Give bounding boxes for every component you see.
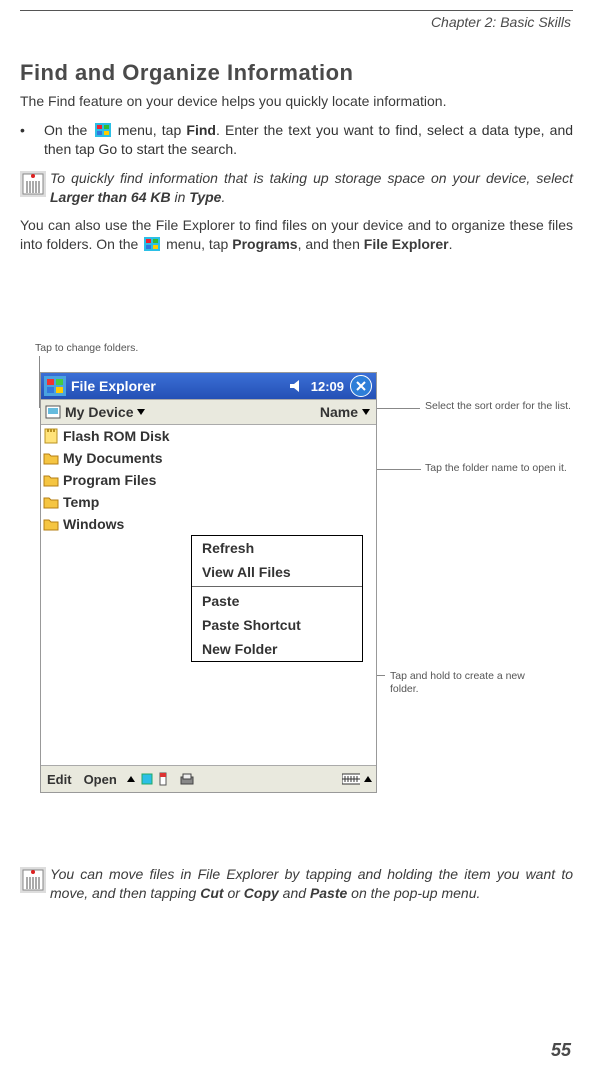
list-item[interactable]: My Documents (41, 447, 376, 469)
menu-new-folder[interactable]: New Folder (192, 637, 362, 661)
folder-icon (43, 517, 59, 531)
folder-icon (43, 473, 59, 487)
sort-dropdown-icon[interactable] (362, 409, 370, 415)
list-item[interactable]: Temp (41, 491, 376, 513)
bullet-marker: • (20, 121, 44, 159)
context-menu: Refresh View All Files Paste Paste Short… (191, 535, 363, 662)
top-rule (20, 10, 573, 11)
row-label: Windows (63, 516, 124, 532)
callout-open: Tap the folder name to open it. (425, 462, 575, 475)
location-label[interactable]: My Device (65, 404, 133, 420)
n2-d: on the pop-up menu. (347, 885, 480, 901)
note-icon-2 (20, 865, 50, 903)
toolbar-icon-1[interactable] (139, 771, 155, 787)
pda-screenshot: File Explorer 12:09 My Device Name (40, 372, 377, 793)
bullet-item: • On the menu, tap Find. Enter the text … (20, 121, 573, 159)
start-menu-icon-2 (144, 237, 160, 251)
text-content: Find and Organize Information The Find f… (20, 60, 573, 264)
menu-paste[interactable]: Paste (192, 589, 362, 613)
para2-bold2: File Explorer (364, 236, 449, 252)
menu-paste-shortcut[interactable]: Paste Shortcut (192, 613, 362, 637)
para2-b: menu, tap (166, 236, 232, 252)
para2-d: . (449, 236, 453, 252)
keyboard-up-icon[interactable] (364, 776, 372, 782)
list-item[interactable]: Windows (41, 513, 376, 535)
row-label: Temp (63, 494, 99, 510)
row-label: My Documents (63, 450, 163, 466)
n2-c: and (279, 885, 310, 901)
memory-card-icon (43, 428, 59, 444)
row-label: Program Files (63, 472, 156, 488)
edit-menu[interactable]: Edit (41, 772, 78, 787)
para2-c: , and then (298, 236, 364, 252)
open-menu[interactable]: Open (78, 772, 123, 787)
menu-separator (192, 586, 362, 587)
note-1: To quickly find information that is taki… (20, 169, 573, 207)
folder-icon (43, 495, 59, 509)
up-arrow-icon[interactable] (127, 776, 135, 782)
row-label: Flash ROM Disk (63, 428, 170, 444)
para2-bold1: Programs (232, 236, 297, 252)
note-1-text: To quickly find information that is taki… (50, 169, 573, 207)
device-icon (45, 405, 61, 419)
bullet-text-a: On the (44, 122, 93, 138)
note1-a: To quickly find information that is taki… (50, 170, 573, 186)
list-item[interactable]: Flash ROM Disk (41, 425, 376, 447)
menu-refresh[interactable]: Refresh (192, 536, 362, 560)
note-2: You can move files in File Explorer by t… (20, 865, 573, 903)
location-bar: My Device Name (41, 399, 376, 425)
page-heading: Find and Organize Information (20, 60, 573, 86)
note1-b2: Type (189, 189, 221, 205)
callout-change-folders: Tap to change folders. (35, 342, 138, 355)
file-list: Flash ROM Disk My Documents Program File… (41, 425, 376, 535)
n2-b1: Cut (200, 885, 223, 901)
para2: You can also use the File Explorer to fi… (20, 216, 573, 254)
start-flag-icon[interactable] (41, 373, 69, 399)
note1-b1: Larger than 64 KB (50, 189, 171, 205)
toolbar-icon-2[interactable] (155, 771, 171, 787)
toolbar-icon-3[interactable] (179, 771, 195, 787)
start-menu-icon (95, 123, 111, 137)
location-dropdown-icon[interactable] (137, 409, 145, 415)
note-icon (20, 169, 50, 207)
pda-titlebar: File Explorer 12:09 (41, 373, 376, 399)
volume-icon[interactable] (289, 379, 305, 393)
callout-sort: Select the sort order for the list. (425, 400, 575, 413)
note1-b: in (171, 189, 190, 205)
n2-b: or (224, 885, 244, 901)
keyboard-icon[interactable] (342, 772, 376, 786)
note-2-text: You can move files in File Explorer by t… (50, 865, 573, 903)
close-icon[interactable] (350, 375, 372, 397)
bullet-text: On the menu, tap Find. Enter the text yo… (44, 121, 573, 159)
bullet-text-menu: menu, tap (118, 122, 187, 138)
app-title: File Explorer (69, 378, 289, 394)
n2-b3: Paste (310, 885, 347, 901)
n2-b2: Copy (244, 885, 279, 901)
page-number: 55 (551, 1040, 571, 1061)
intro-text: The Find feature on your device helps yo… (20, 92, 573, 111)
bullet-bold-find: Find (186, 122, 216, 138)
chapter-label: Chapter 2: Basic Skills (431, 14, 571, 30)
note1-c: . (221, 189, 225, 205)
menu-view-all[interactable]: View All Files (192, 560, 362, 584)
callout-newfolder: Tap and hold to create a new folder. (390, 670, 550, 696)
clock: 12:09 (305, 379, 350, 394)
blank-area[interactable]: Refresh View All Files Paste Paste Short… (41, 535, 376, 765)
list-item[interactable]: Program Files (41, 469, 376, 491)
bottom-toolbar: Edit Open (41, 765, 376, 792)
folder-icon (43, 451, 59, 465)
sort-label[interactable]: Name (320, 404, 358, 420)
